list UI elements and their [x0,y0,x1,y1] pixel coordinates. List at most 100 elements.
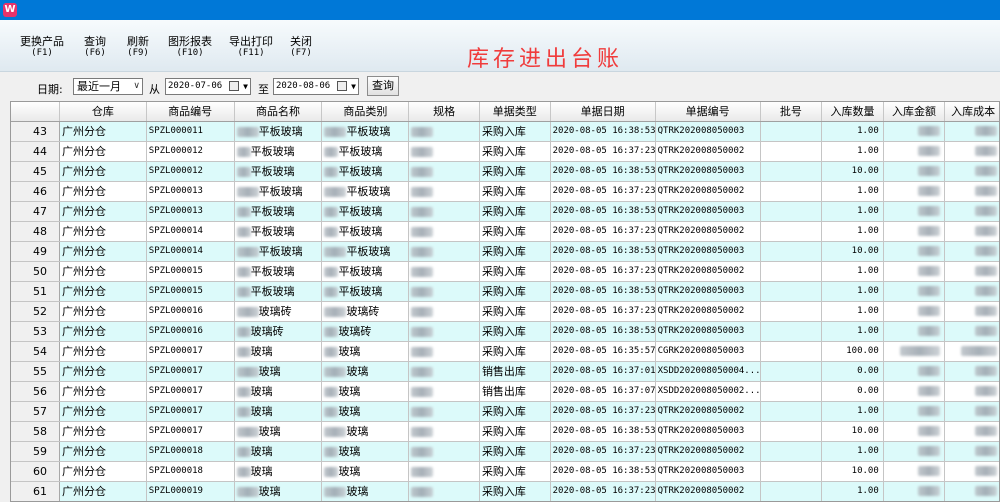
table-row[interactable]: 58 广州分仓 SPZL000017 玻璃 玻璃 采购入库 2020-08-05 16:38… [11,421,999,442]
table-row[interactable]: 49 广州分仓 SPZL000014 平板玻璃 平板玻璃 采购入库 2020-08-05 1… [11,241,999,262]
doc-number-cell: QTRK202008050003 [655,461,761,482]
in-qty-cell: 10.00 [821,241,884,262]
product-name-cell: 玻璃 [234,481,323,501]
chevron-down-icon[interactable]: ▼ [243,79,248,94]
table-row[interactable]: 50 广州分仓 SPZL000015 平板玻璃 平板玻璃 采购入库 2020-08-05 1… [11,261,999,282]
doc-number-cell: QTRK202008050002 [655,261,761,282]
redacted-text [411,286,434,297]
product-name: 平板玻璃 [258,185,303,198]
change-product-button[interactable]: 更换产品 (F1) [20,36,64,59]
column-header[interactable]: 商品类别 [321,102,410,122]
in-amount-cell [883,341,946,362]
redacted-text [324,227,339,237]
ledger-table[interactable]: 仓库 商品编号 商品名称 商品类别 规格 单据类型 单据日期 单据编号 批号 入… [10,101,1000,502]
in-amount-cell [883,401,946,422]
column-header[interactable]: 规格 [408,102,480,122]
product-name: 平板玻璃 [250,285,295,298]
in-amount-cell [883,121,946,142]
shortcut-key: (F6) [84,48,106,58]
table-row[interactable]: 52 广州分仓 SPZL000016 玻璃砖 玻璃砖 采购入库 2020-08-05 16:… [11,301,999,322]
redacted-text [918,325,941,336]
redacted-text [324,127,347,137]
row-number: 51 [11,281,60,302]
query-button[interactable]: 查询 [367,76,399,96]
table-row[interactable]: 51 广州分仓 SPZL000015 平板玻璃 平板玻璃 采购入库 2020-08-05 1… [11,281,999,302]
batch-cell [760,461,823,482]
batch-cell [760,481,823,501]
product-code-cell: SPZL000019 [146,481,235,501]
doc-number-cell: QTRK202008050003 [655,161,761,182]
button-label: 刷新 [127,35,149,48]
column-header[interactable]: 单据编号 [655,102,761,122]
table-row[interactable]: 45 广州分仓 SPZL000012 平板玻璃 平板玻璃 采购入库 2020-08-05 1… [11,161,999,182]
period-select[interactable]: 最近一月 ∨ [73,78,143,95]
calendar-icon[interactable] [337,81,347,91]
in-cost-cell [944,481,999,501]
redacted-text [236,147,251,157]
redacted-text [411,386,434,397]
end-date-value: 2020-08-06 [276,81,331,91]
column-header[interactable]: 入库数量 [821,102,884,122]
product-name: 玻璃 [258,485,281,498]
refresh-button[interactable]: 刷新 (F9) [127,35,149,59]
column-header[interactable]: 入库成本 [944,102,999,122]
table-row[interactable]: 53 广州分仓 SPZL000016 玻璃砖 玻璃砖 采购入库 2020-08-05 16:… [11,321,999,342]
column-header[interactable]: 单据日期 [550,102,656,122]
table-row[interactable]: 44 广州分仓 SPZL000012 平板玻璃 平板玻璃 采购入库 2020-08-05 1… [11,141,999,162]
calendar-icon[interactable] [229,81,239,91]
column-header[interactable]: 批号 [760,102,823,122]
product-code-cell: SPZL000015 [146,281,235,302]
product-name: 玻璃 [250,405,273,418]
table-row[interactable]: 61 广州分仓 SPZL000019 玻璃 玻璃 采购入库 2020-08-05 16:37… [11,481,999,501]
doc-type-cell: 采购入库 [479,461,551,482]
table-row[interactable]: 54 广州分仓 SPZL000017 玻璃 玻璃 采购入库 2020-08-05 16:35… [11,341,999,362]
table-row[interactable]: 59 广州分仓 SPZL000018 玻璃 玻璃 采购入库 2020-08-05 16:37… [11,441,999,462]
batch-cell [760,321,823,342]
column-header[interactable]: 商品编号 [146,102,235,122]
app-icon: W [3,3,17,17]
table-row[interactable]: 56 广州分仓 SPZL000017 玻璃 玻璃 销售出库 2020-08-05 16:37… [11,381,999,402]
table-row[interactable]: 60 广州分仓 SPZL000018 玻璃 玻璃 采购入库 2020-08-05 16:38… [11,461,999,482]
product-name: 平板玻璃 [250,205,295,218]
product-category: 平板玻璃 [338,205,383,218]
end-date-picker[interactable]: 2020-08-06 ▼ [273,78,359,95]
doc-type-cell: 采购入库 [479,221,551,242]
chevron-down-icon[interactable]: ▼ [351,79,356,94]
row-number: 49 [11,241,60,262]
product-category: 平板玻璃 [346,245,391,258]
spec-cell [408,141,480,162]
row-number: 52 [11,301,60,322]
warehouse-cell: 广州分仓 [59,221,147,242]
table-row[interactable]: 57 广州分仓 SPZL000017 玻璃 玻璃 采购入库 2020-08-05 16:37… [11,401,999,422]
table-row[interactable]: 47 广州分仓 SPZL000013 平板玻璃 平板玻璃 采购入库 2020-08-05 1… [11,201,999,222]
redacted-text [961,345,997,356]
column-header[interactable]: 仓库 [59,102,147,122]
column-header[interactable]: 单据类型 [479,102,551,122]
in-qty-cell: 1.00 [821,181,884,202]
in-amount-cell [883,281,946,302]
product-category: 玻璃 [338,445,361,458]
table-row[interactable]: 55 广州分仓 SPZL000017 玻璃 玻璃 销售出库 2020-08-05 16:37… [11,361,999,382]
redacted-text [975,165,997,176]
redacted-text [236,407,251,417]
product-name-cell: 平板玻璃 [234,121,323,142]
close-button[interactable]: 关闭 (F7) [290,36,312,59]
table-row[interactable]: 46 广州分仓 SPZL000013 平板玻璃 平板玻璃 采购入库 2020-08-05 1… [11,181,999,202]
doc-number-cell: XSDD202008050004... [655,361,761,382]
redacted-text [918,225,941,236]
chart-report-button[interactable]: 图形报表 (F10) [168,36,212,59]
redacted-text [975,145,997,156]
product-name: 平板玻璃 [258,125,303,138]
column-header[interactable]: 商品名称 [234,102,323,122]
redacted-text [236,367,259,377]
product-name-cell: 玻璃 [234,381,323,402]
redacted-text [918,285,941,296]
table-row[interactable]: 43 广州分仓 SPZL000011 平板玻璃 平板玻璃 采购入库 2020-08-05 1… [11,121,999,142]
table-row[interactable]: 48 广州分仓 SPZL000014 平板玻璃 平板玻璃 采购入库 2020-08-05 1… [11,221,999,242]
product-name: 平板玻璃 [250,265,295,278]
column-header[interactable]: 入库金额 [883,102,946,122]
export-print-button[interactable]: 导出打印 (F11) [229,36,273,59]
query-toolbar-button[interactable]: 查询 (F6) [84,36,106,59]
start-date-picker[interactable]: 2020-07-06 ▼ [165,78,251,95]
doc-type-cell: 采购入库 [479,161,551,182]
